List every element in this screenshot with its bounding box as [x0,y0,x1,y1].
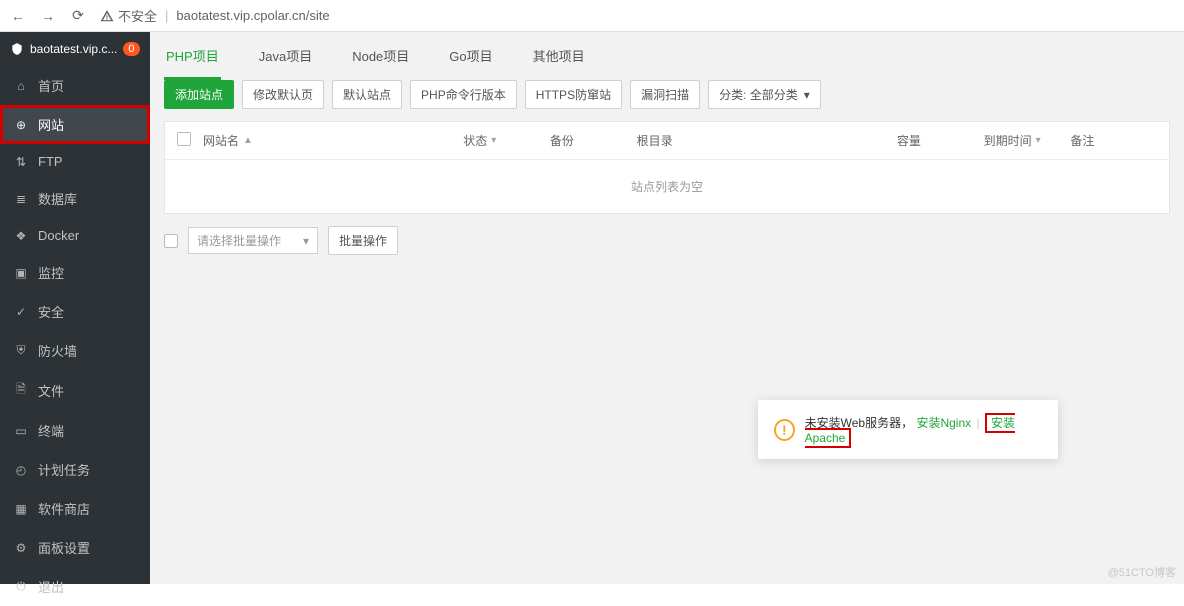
webserver-popup: ! 未安装Web服务器， 安装Nginx | 安装Apache [758,400,1058,459]
home-icon: ⌂ [14,79,28,93]
sidebar-item-label: 数据库 [38,189,77,208]
back-icon[interactable]: ← [10,8,26,24]
files-icon: 🗎 [14,380,28,401]
sidebar-item-terminal[interactable]: ▭ 终端 [0,411,150,450]
forward-icon[interactable]: → [40,8,56,24]
install-nginx-link[interactable]: 安装Nginx [916,416,971,430]
sidebar-item-label: 面板设置 [38,538,90,557]
sidebar-item-label: FTP [38,154,63,169]
th-note[interactable]: 备注 [1070,132,1157,149]
sidebar-item-store[interactable]: ▦ 软件商店 [0,489,150,528]
select-all-checkbox[interactable] [177,132,191,146]
chevron-down-icon: ▾ [804,88,810,102]
scan-button[interactable]: 漏洞扫描 [630,80,700,109]
safe-icon: ✓ [14,305,28,319]
sidebar-item-files[interactable]: 🗎 文件 [0,370,150,411]
reload-icon[interactable]: ⟳ [70,7,86,24]
sidebar-item-label: 计划任务 [38,460,90,479]
brand-badge: 0 [123,42,139,56]
th-cap[interactable]: 容量 [897,132,984,149]
sidebar-item-site[interactable]: ⊕ 网站 [0,105,150,144]
sidebar-item-label: 安全 [38,302,64,321]
logo-icon [10,42,24,56]
sidebar-item-home[interactable]: ⌂ 首页 [0,66,150,105]
brand: baotatest.vip.c... 0 [0,32,150,66]
sidebar-item-label: 首页 [38,76,64,95]
th-expire[interactable]: 到期时间 [984,132,1032,149]
tab-node[interactable]: Node项目 [350,32,411,80]
batch-select[interactable]: 请选择批量操作 ▾ [188,227,318,254]
sidebar-item-label: Docker [38,228,79,243]
default-page-button[interactable]: 修改默认页 [242,80,324,109]
sidebar-item-db[interactable]: ≣ 数据库 [0,179,150,218]
sidebar-item-ftp[interactable]: ⇅ FTP [0,144,150,179]
firewall-icon: ⛨ [14,343,28,358]
th-status[interactable]: 状态 [463,132,487,149]
sidebar-item-label: 文件 [38,381,64,400]
sort-icon: ▲ [243,135,253,146]
tab-go[interactable]: Go项目 [447,32,494,80]
sidebar-item-firewall[interactable]: ⛨ 防火墙 [0,331,150,370]
category-select[interactable]: 分类: 全部分类 ▾ [708,80,821,109]
batch-apply-button[interactable]: 批量操作 [328,226,398,255]
db-icon: ≣ [14,192,28,206]
browser-toolbar: ← → ⟳ 不安全 | baotatest.vip.cpolar.cn/site [0,0,1184,32]
sidebar-item-label: 软件商店 [38,499,90,518]
th-backup[interactable]: 备份 [550,132,637,149]
address-bar[interactable]: 不安全 | baotatest.vip.cpolar.cn/site [100,6,330,25]
batch-bar: 请选择批量操作 ▾ 批量操作 [150,214,1184,267]
insecure-label: 不安全 [118,6,157,25]
store-icon: ▦ [14,502,28,516]
sidebar-item-label: 退出 [38,577,64,596]
sort-icon: ▾ [491,135,496,146]
th-root[interactable]: 根目录 [637,132,897,149]
toolbar: 添加站点 修改默认页 默认站点 PHP命令行版本 HTTPS防窜站 漏洞扫描 分… [150,80,1184,121]
sidebar-item-label: 终端 [38,421,64,440]
brand-title: baotatest.vip.c... [30,42,117,56]
popup-message: 未安装Web服务器， 安装Nginx | 安装Apache [805,414,1042,445]
chevron-down-icon: ▾ [303,234,309,248]
tab-java[interactable]: Java项目 [257,32,314,80]
batch-checkbox[interactable] [164,234,178,248]
https-button[interactable]: HTTPS防窜站 [525,80,622,109]
warning-icon [100,9,114,23]
sidebar-item-safe[interactable]: ✓ 安全 [0,292,150,331]
ftp-icon: ⇅ [14,155,28,169]
tab-other[interactable]: 其他项目 [531,32,587,80]
sidebar-item-panel[interactable]: ⚙ 面板设置 [0,528,150,567]
logout-icon: ⏻ [14,579,28,594]
site-icon: ⊕ [14,118,28,132]
category-label: 分类: 全部分类 [719,86,798,103]
th-name[interactable]: 网站名 [203,132,239,149]
panel-icon: ⚙ [14,541,28,555]
monitor-icon: ▣ [14,266,28,280]
sidebar-item-cron[interactable]: ◴ 计划任务 [0,450,150,489]
warning-icon: ! [774,419,795,441]
sidebar-item-logout[interactable]: ⏻ 退出 [0,567,150,606]
docker-icon: ❖ [14,229,28,243]
add-site-button[interactable]: 添加站点 [164,80,234,109]
sidebar-item-monitor[interactable]: ▣ 监控 [0,253,150,292]
sidebar: baotatest.vip.c... 0 ⌂ 首页 ⊕ 网站 ⇅ FTP ≣ 数据库 ❖ Dock… [0,32,150,584]
sidebar-item-label: 监控 [38,263,64,282]
sidebar-item-label: 网站 [38,115,64,134]
sidebar-item-docker[interactable]: ❖ Docker [0,218,150,253]
cron-icon: ◴ [14,463,28,477]
tabs: PHP项目 Java项目 Node项目 Go项目其他项目 [150,32,1184,80]
site-table: 网站名 ▲ 状态 ▾ 备份 根目录 容量 到期时间 ▾ 备注 站点列表为空 [164,121,1170,214]
main-panel: PHP项目 Java项目 Node项目 Go项目其他项目 添加站点 修改默认页 默认站… [150,32,1184,584]
php-cli-button[interactable]: PHP命令行版本 [410,80,517,109]
default-site-button[interactable]: 默认站点 [332,80,402,109]
url-text: baotatest.vip.cpolar.cn/site [176,8,329,23]
sidebar-item-label: 防火墙 [38,341,77,360]
watermark: @51CTO博客 [1108,564,1176,580]
tab-php[interactable]: PHP项目 [164,32,221,80]
sort-icon: ▾ [1036,135,1041,146]
terminal-icon: ▭ [14,424,28,438]
batch-select-label: 请选择批量操作 [197,232,281,249]
empty-state: 站点列表为空 [165,160,1169,213]
table-header: 网站名 ▲ 状态 ▾ 备份 根目录 容量 到期时间 ▾ 备注 [165,122,1169,160]
insecure-badge: 不安全 [100,6,157,25]
